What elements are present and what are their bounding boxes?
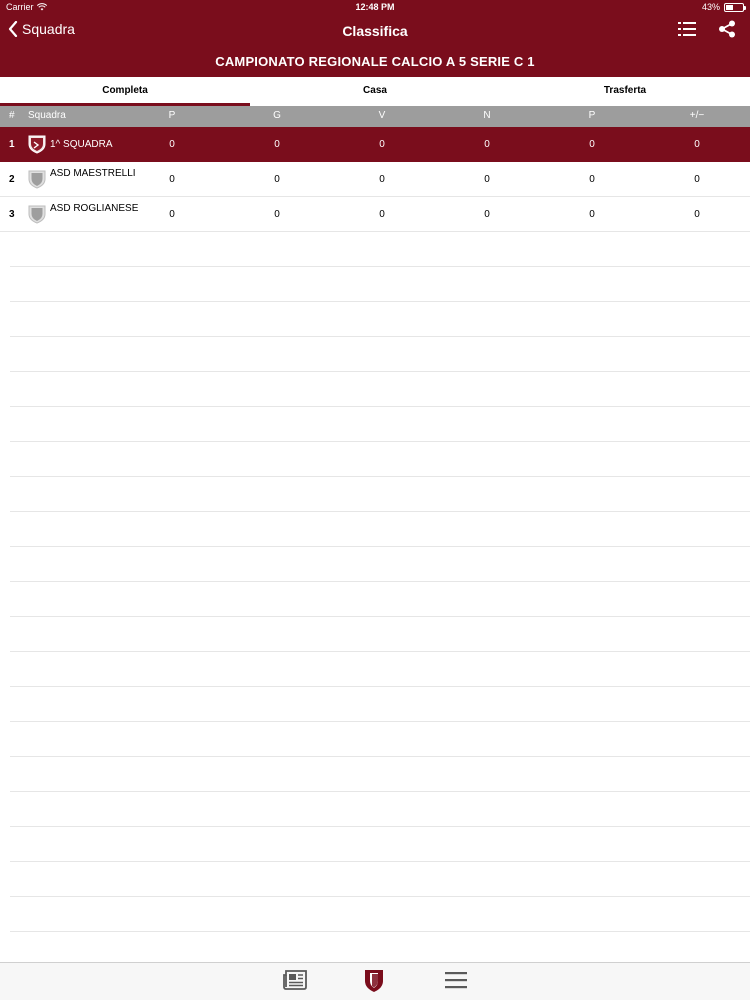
hamburger-menu-icon [445,972,467,989]
tab-casa[interactable]: Casa [250,77,500,106]
team-won: 0 [379,174,385,185]
team-lost: 0 [589,174,595,185]
table-row[interactable]: 1 1^ SQUADRA 0 0 0 0 0 0 [0,127,750,162]
team-drawn: 0 [484,139,490,150]
team-points: 0 [169,139,175,150]
battery-icon [724,2,746,12]
team-goal-difference: 0 [694,139,700,150]
table-row[interactable]: 2 ASD MAESTRELLI 0 0 0 0 0 0 [0,162,750,197]
empty-row-separator [10,722,750,757]
team-goal-difference: 0 [694,174,700,185]
navigation-bar: Squadra Classifica [0,15,750,47]
team-position: 3 [9,209,15,220]
news-tab-button[interactable] [282,969,308,996]
status-time: 12:48 PM [355,2,395,12]
team-goal-difference: 0 [694,209,700,220]
empty-row-separator [10,232,750,267]
battery-fill [726,4,733,10]
team-points: 0 [169,209,175,220]
team-lost: 0 [589,209,595,220]
empty-row-separator [10,862,750,897]
team-crest-icon [28,170,46,189]
shield-icon [365,970,383,992]
team-drawn: 0 [484,209,490,220]
empty-row-separator [10,407,750,442]
empty-row-separator [10,687,750,722]
tab-trasferta[interactable]: Trasferta [500,77,750,106]
battery: 43% [701,2,746,12]
empty-row-separator [10,792,750,827]
team-played: 0 [274,174,280,185]
empty-table-area [10,232,750,967]
newspaper-icon [283,970,307,990]
empty-row-separator [10,372,750,407]
column-header-points: P [168,110,176,121]
empty-row-separator [10,757,750,792]
empty-row-separator [10,267,750,302]
empty-row-separator [10,302,750,337]
team-crest-icon [28,205,46,224]
column-header-lost: P [588,110,596,121]
table-row[interactable]: 3 ASD ROGLIANESE 0 0 0 0 0 0 [0,197,750,232]
standings-tabs: Completa Casa Trasferta [0,77,750,106]
empty-row-separator [10,337,750,372]
team-position: 1 [9,139,15,150]
standings-table: 1 1^ SQUADRA 0 0 0 0 0 0 2 ASD MAESTRELL… [0,127,750,232]
status-bar: Carrier 12:48 PM 43% [0,0,750,15]
column-header-drawn: N [483,110,491,121]
team-points: 0 [169,174,175,185]
nav-actions [678,20,736,43]
column-header-team: Squadra [28,110,66,121]
empty-row-separator [10,652,750,687]
team-crest-icon [28,135,46,154]
share-icon [719,20,735,38]
empty-row-separator [10,617,750,652]
battery-percent: 43% [701,2,720,12]
empty-row-separator [10,442,750,477]
page-title: Classifica [342,23,408,39]
column-header-won: V [378,110,386,121]
team-drawn: 0 [484,174,490,185]
team-played: 0 [274,139,280,150]
team-played: 0 [274,209,280,220]
list-icon [678,22,696,36]
team-won: 0 [379,209,385,220]
empty-row-separator [10,477,750,512]
list-button[interactable] [678,21,696,42]
team-name: 1^ SQUADRA [50,139,113,150]
league-title: CAMPIONATO REGIONALE CALCIO A 5 SERIE C … [0,47,750,77]
column-header-played: G [273,110,281,121]
team-lost: 0 [589,139,595,150]
empty-row-separator [10,897,750,932]
bottom-tab-bar [0,962,750,1000]
team-position: 2 [9,174,15,185]
empty-row-separator [10,582,750,617]
team-name: ASD MAESTRELLI [50,168,136,179]
team-name: ASD ROGLIANESE [50,203,139,214]
column-header-goal-difference: +/− [689,110,705,121]
column-header-position: # [9,110,15,121]
team-tab-button[interactable] [364,969,384,998]
empty-row-separator [10,547,750,582]
tab-completa[interactable]: Completa [0,77,250,106]
menu-tab-button[interactable] [445,971,467,994]
share-button[interactable] [718,20,736,43]
team-won: 0 [379,139,385,150]
empty-row-separator [10,512,750,547]
table-header: # Squadra P G V N P +/− [0,106,750,127]
empty-row-separator [10,827,750,862]
